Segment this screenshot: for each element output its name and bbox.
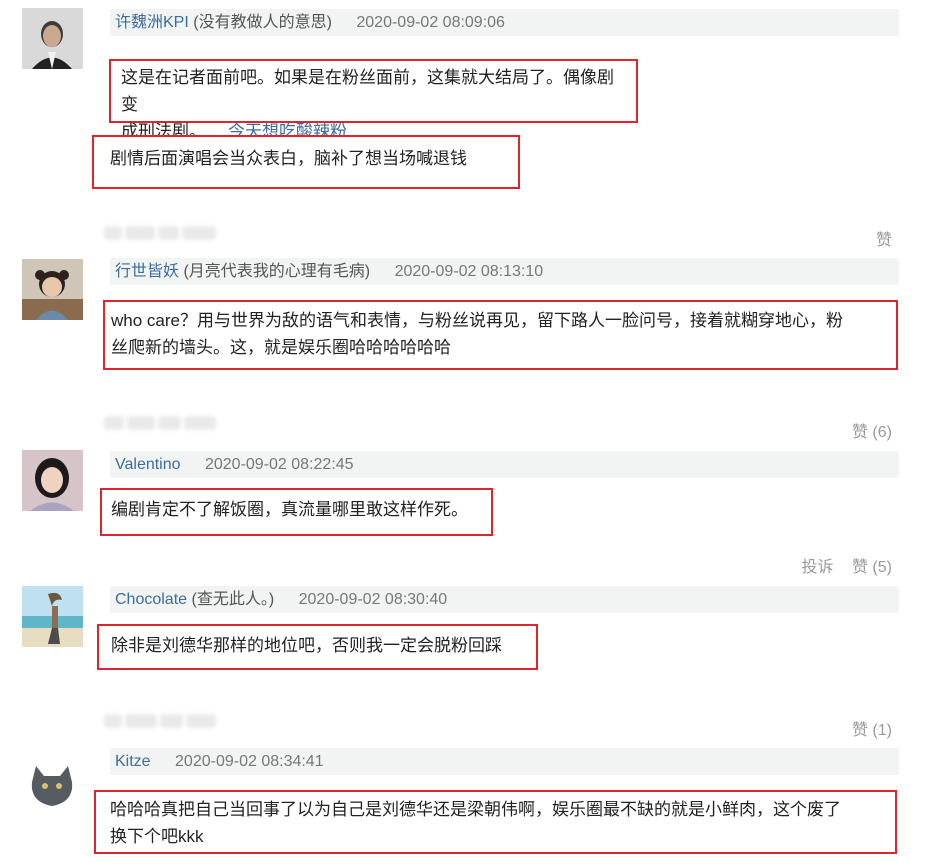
- timestamp: 2020-09-02 08:22:45: [204, 456, 354, 473]
- username-link[interactable]: Kitze: [110, 753, 151, 770]
- comment-actions: 赞: [862, 226, 892, 250]
- comment-text: 哈哈哈真把自己当回事了以为自己是刘德华还是梁朝伟啊，娱乐圈最不缺的就是小鲜肉，这…: [94, 790, 897, 854]
- username-link[interactable]: Valentino: [110, 456, 181, 473]
- timestamp: 2020-09-02 08:30:40: [298, 591, 448, 608]
- avatar[interactable]: [22, 586, 83, 647]
- like-button[interactable]: 赞: [876, 232, 892, 249]
- comment-actions: 投诉 赞 (5): [788, 553, 892, 577]
- comment-header: Chocolate (查无此人。) 2020-09-02 08:30:40: [110, 586, 899, 613]
- comment-actions: 赞 (1): [838, 716, 892, 740]
- comment-actions: 赞 (6): [838, 418, 892, 442]
- comment-text: who care？用与世界为敌的语气和表情，与粉丝说再见，留下路人一脸问号，接着…: [103, 300, 898, 370]
- user-avatar-image: [22, 259, 83, 320]
- user-avatar-image: [22, 450, 83, 511]
- user-avatar-image: [22, 752, 83, 813]
- report-button[interactable]: 投诉: [802, 559, 834, 576]
- username-link[interactable]: 许魏洲KPI: [110, 14, 189, 31]
- comment-header: 许魏洲KPI (没有教做人的意思) 2020-09-02 08:09:06: [110, 9, 899, 36]
- like-button[interactable]: 赞 (6): [852, 424, 892, 441]
- comment-text: 剧情后面演唱会当众表白，脑补了想当场喊退钱: [92, 135, 520, 189]
- comment-thread: 许魏洲KPI (没有教做人的意思) 2020-09-02 08:09:06 这是…: [0, 0, 933, 866]
- avatar[interactable]: [22, 752, 83, 813]
- blurred-reply-placeholder: [104, 412, 216, 434]
- user-avatar-image: [22, 8, 83, 69]
- comment-header: Valentino 2020-09-02 08:22:45: [110, 451, 899, 478]
- like-button[interactable]: 赞 (5): [852, 559, 892, 576]
- username-link[interactable]: Chocolate: [110, 591, 187, 608]
- timestamp: 2020-09-02 08:13:10: [394, 263, 544, 280]
- comment-header: Kitze 2020-09-02 08:34:41: [110, 748, 899, 775]
- like-button[interactable]: 赞 (1): [852, 722, 892, 739]
- timestamp: 2020-09-02 08:34:41: [175, 753, 324, 770]
- comment-text: 除非是刘德华那样的地位吧，否则我一定会脱粉回踩: [97, 624, 538, 670]
- comment-header: 行世皆妖 (月亮代表我的心理有毛病) 2020-09-02 08:13:10: [110, 258, 899, 285]
- avatar[interactable]: [22, 259, 83, 320]
- avatar[interactable]: [22, 8, 83, 69]
- user-remark: (查无此人。): [191, 591, 275, 608]
- user-avatar-image: [22, 586, 83, 647]
- user-remark: (没有教做人的意思): [193, 14, 332, 31]
- blurred-reply-placeholder: [104, 222, 216, 244]
- comment-text: 编剧肯定不了解饭圈，真流量哪里敢这样作死。: [100, 488, 493, 536]
- blurred-reply-placeholder: [104, 710, 216, 732]
- username-link[interactable]: 行世皆妖: [110, 263, 179, 280]
- quoted-text-line: 这是在记者面前吧。如果是在粉丝面前，这集就大结局了。偶像剧变: [121, 68, 614, 114]
- quoted-comment: 这是在记者面前吧。如果是在粉丝面前，这集就大结局了。偶像剧变 成刑法剧。 今天想吃…: [109, 59, 638, 141]
- timestamp: 2020-09-02 08:09:06: [356, 14, 505, 31]
- user-remark: (月亮代表我的心理有毛病): [183, 263, 371, 280]
- avatar[interactable]: [22, 450, 83, 511]
